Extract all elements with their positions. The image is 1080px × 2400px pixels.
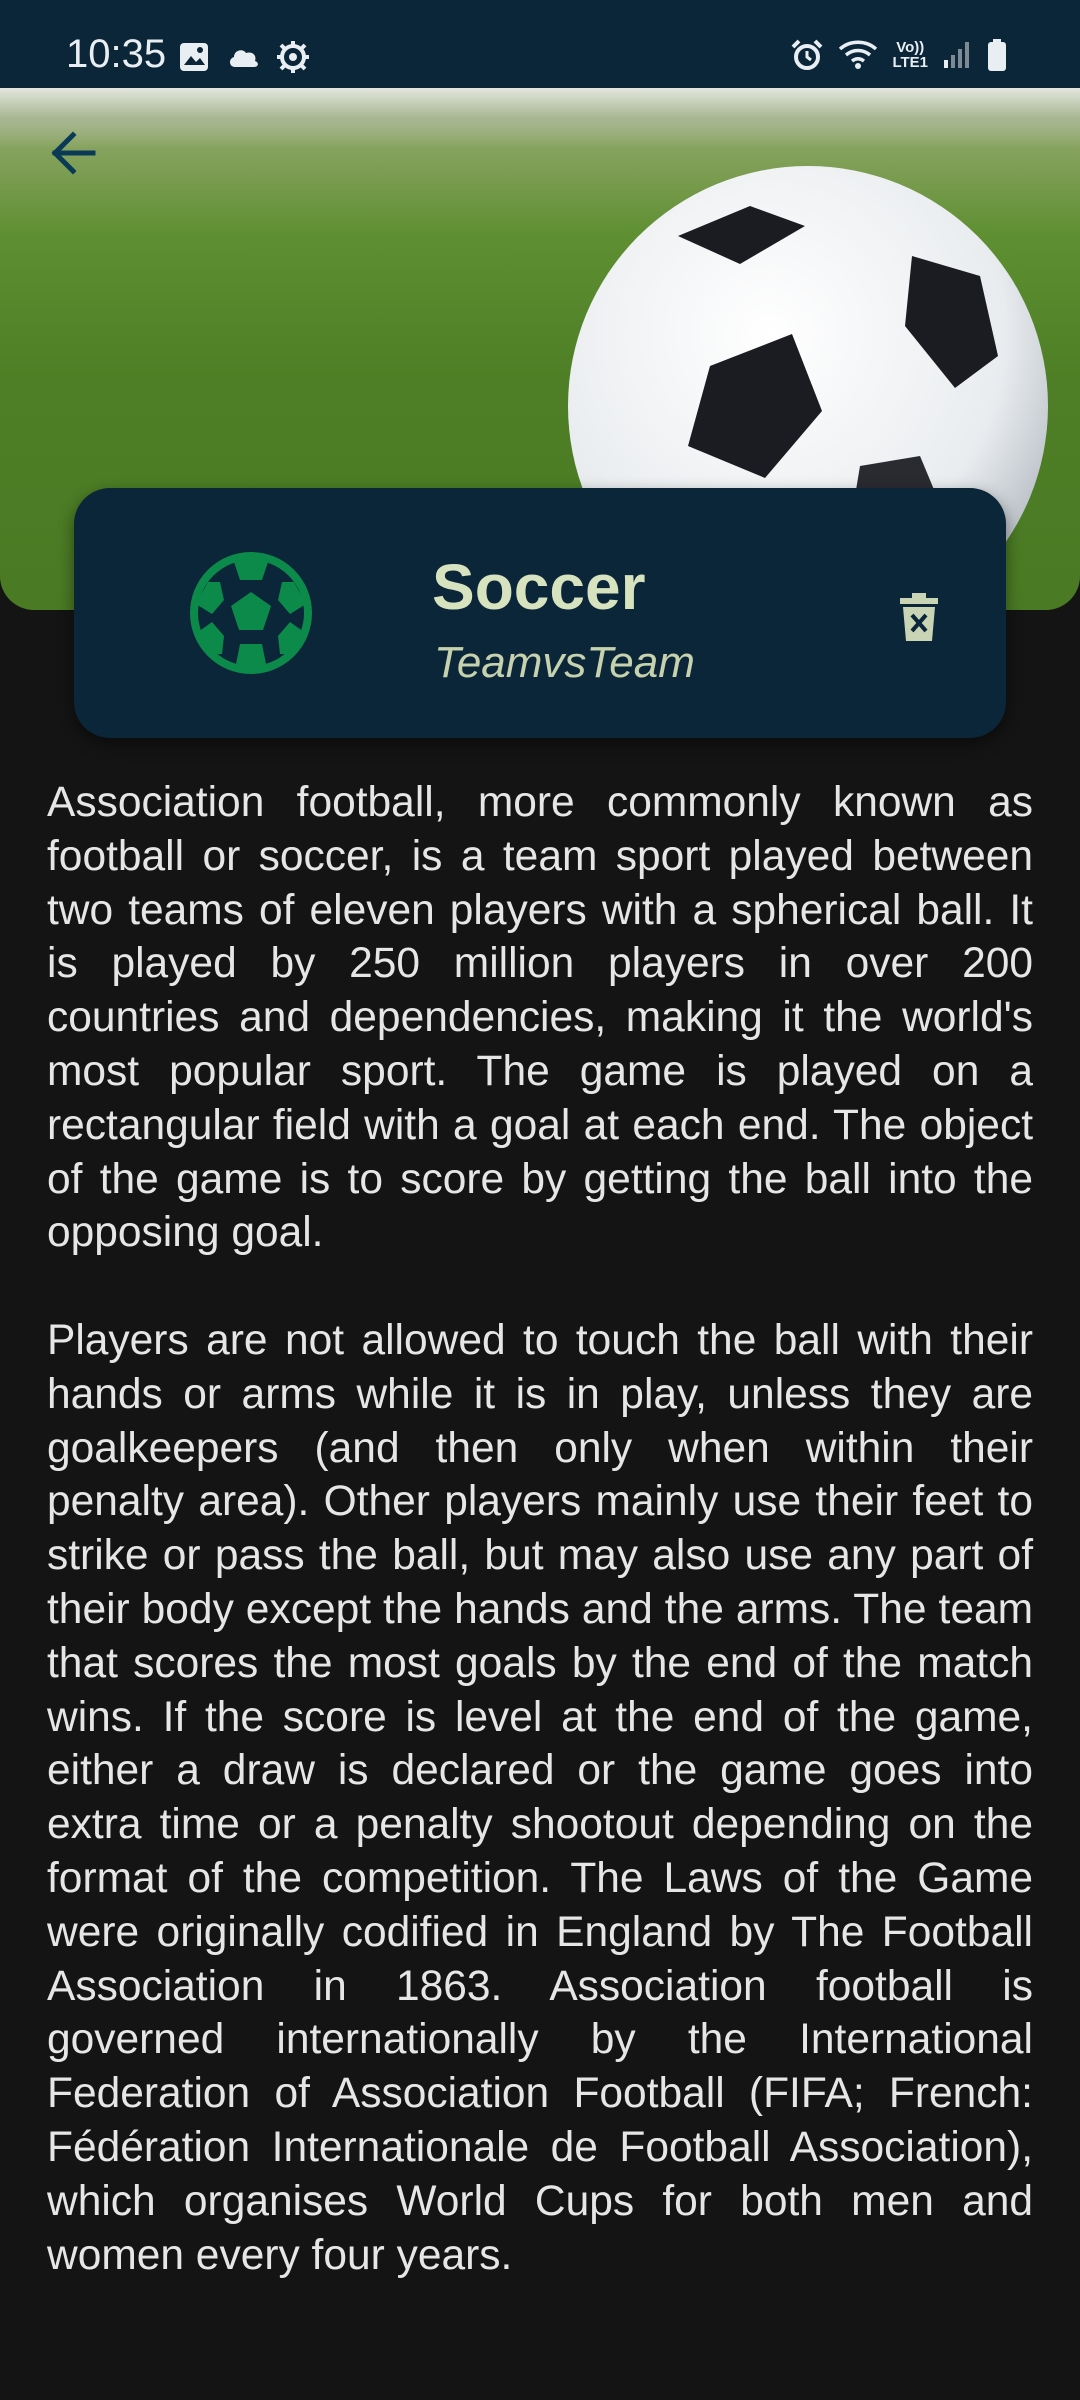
sport-subtitle: TeamvsTeam bbox=[434, 638, 695, 687]
lte-label: LTE1 bbox=[892, 54, 928, 71]
hero-horizon bbox=[0, 88, 1080, 148]
sport-card: Soccer TeamvsTeam bbox=[74, 488, 1006, 738]
alarm-icon bbox=[792, 39, 823, 70]
signal-icon bbox=[944, 42, 969, 68]
battery-icon bbox=[988, 39, 1006, 71]
delete-button[interactable] bbox=[884, 582, 954, 652]
status-left-icons bbox=[178, 40, 310, 74]
wifi-icon bbox=[839, 40, 878, 69]
gallery-icon bbox=[180, 43, 208, 71]
back-button[interactable] bbox=[38, 118, 108, 188]
arrow-left-icon bbox=[51, 131, 96, 175]
status-right-icons: Vo)) LTE1 bbox=[790, 38, 1008, 72]
sport-title: Soccer bbox=[432, 551, 646, 623]
status-bar: 10:35 Vo)) LTE1 bbox=[0, 0, 1080, 88]
soccer-ball-icon bbox=[190, 552, 312, 674]
status-time: 10:35 bbox=[66, 32, 167, 76]
cloud-icon bbox=[229, 50, 258, 67]
settings-icon bbox=[277, 41, 309, 73]
trash-delete-icon bbox=[900, 593, 938, 641]
volte-icon: Vo)) LTE1 bbox=[892, 40, 928, 70]
volte-label: Vo)) bbox=[896, 39, 925, 56]
sport-description: Association football, more commonly know… bbox=[47, 779, 1033, 2279]
